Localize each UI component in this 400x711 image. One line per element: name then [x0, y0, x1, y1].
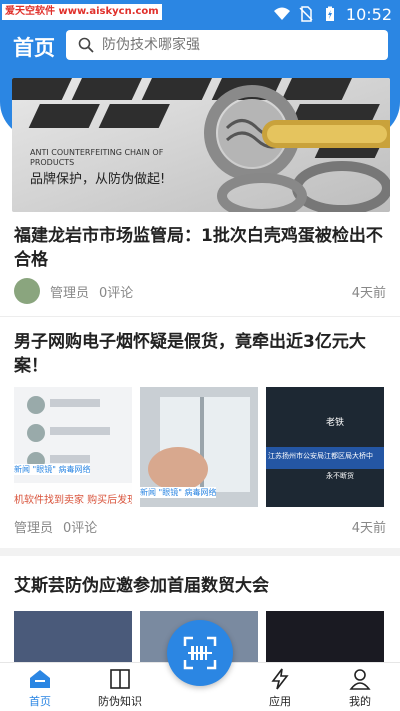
article-thumbnails: 机软件找到卖家 购买后发现 新闻 "眼镜" 病毒网络 新闻 "眼镜" 病毒网络 … — [14, 387, 386, 507]
tab-mine[interactable]: 我的 — [330, 667, 390, 709]
article-time: 4天前 — [351, 285, 386, 301]
thumbnail-caption: 机软件找到卖家 购买后发现 — [14, 495, 132, 506]
search-bar[interactable] — [66, 30, 388, 60]
scan-icon — [183, 636, 217, 670]
thumbnail-tag: 新闻 "眼镜" 病毒网络 — [140, 487, 217, 498]
status-icons: 10:52 — [273, 4, 392, 24]
thumbnail-text: 永不断货 — [326, 472, 354, 480]
banner-graphic — [12, 78, 390, 212]
home-icon — [30, 670, 50, 688]
wifi-icon — [273, 7, 290, 20]
avatar — [14, 278, 40, 304]
article-thumbnail[interactable]: 老铁 江苏扬州市公安局江都区局大桥中 永不断货 — [266, 387, 384, 507]
tab-label: 我的 — [349, 695, 371, 708]
divider — [0, 316, 400, 317]
banner-caption-cn: 品牌保护，从防伪做起! — [30, 172, 166, 187]
scan-button[interactable] — [167, 620, 233, 686]
article-author: 管理员 — [50, 285, 90, 301]
search-icon — [78, 37, 94, 53]
article-title[interactable]: 艾斯芸防伪应邀参加首届数贸大会 — [14, 574, 386, 598]
tab-home[interactable]: 首页 — [10, 667, 70, 709]
article-title[interactable]: 男子网购电子烟怀疑是假货，竟牵出近3亿元大案！ — [14, 330, 386, 378]
watermark-text: 爱天空软件 www.aiskycn.com — [2, 4, 162, 20]
article-thumbnail[interactable]: 新闻 "眼镜" 病毒网络 — [140, 387, 258, 507]
thumbnail-tag: 新闻 "眼镜" 病毒网络 — [14, 464, 91, 475]
status-bar: 爱天空软件 www.aiskycn.com 10:52 — [0, 0, 400, 28]
banner-caption-en: ANTI COUNTERFEITING CHAIN OF PRODUCTS — [30, 148, 164, 167]
news-screen-image — [266, 387, 384, 507]
thumbnail-text: 江苏扬州市公安局江都区局大桥中 — [268, 452, 373, 460]
article-time: 4天前 — [351, 521, 386, 536]
section-divider — [0, 548, 400, 556]
phone-screenshot-image — [14, 387, 132, 507]
article-title[interactable]: 福建龙岩市市场监管局：1批次白壳鸡蛋被检出不合格 — [14, 224, 386, 272]
user-icon — [349, 669, 371, 690]
tab-label: 应用 — [269, 695, 291, 708]
article-thumbnail[interactable]: 机软件找到卖家 购买后发现 新闻 "眼镜" 病毒网络 — [14, 387, 132, 507]
tab-knowledge[interactable]: 防伪知识 — [90, 667, 150, 709]
no-sim-icon — [299, 6, 313, 22]
banner-image[interactable]: ANTI COUNTERFEITING CHAIN OF PRODUCTS 品牌… — [12, 78, 390, 212]
article-meta: 管理员 0评论 4天前 — [14, 517, 386, 536]
article-card[interactable]: 男子网购电子烟怀疑是假货，竟牵出近3亿元大案！ 机软件找到卖家 购买后发现 新闻… — [14, 330, 386, 536]
page-title: 首页 — [13, 36, 55, 60]
article-comments: 0评论 — [63, 521, 98, 536]
article-card[interactable]: 福建龙岩市市场监管局：1批次白壳鸡蛋被检出不合格 管理员 0评论 4天前 — [14, 224, 386, 304]
lightning-icon — [271, 668, 289, 690]
search-input[interactable] — [102, 37, 362, 53]
battery-charging-icon — [325, 6, 334, 21]
tab-label: 首页 — [29, 695, 51, 708]
book-icon — [110, 669, 130, 689]
thumbnail-text: 老铁 — [326, 418, 345, 428]
article-author: 管理员 — [14, 521, 54, 536]
article-comments: 0评论 — [99, 285, 134, 301]
status-time: 10:52 — [345, 4, 392, 24]
article-meta: 管理员 0评论 4天前 — [14, 278, 386, 304]
tab-label: 防伪知识 — [98, 695, 142, 708]
tab-apps[interactable]: 应用 — [250, 667, 310, 709]
